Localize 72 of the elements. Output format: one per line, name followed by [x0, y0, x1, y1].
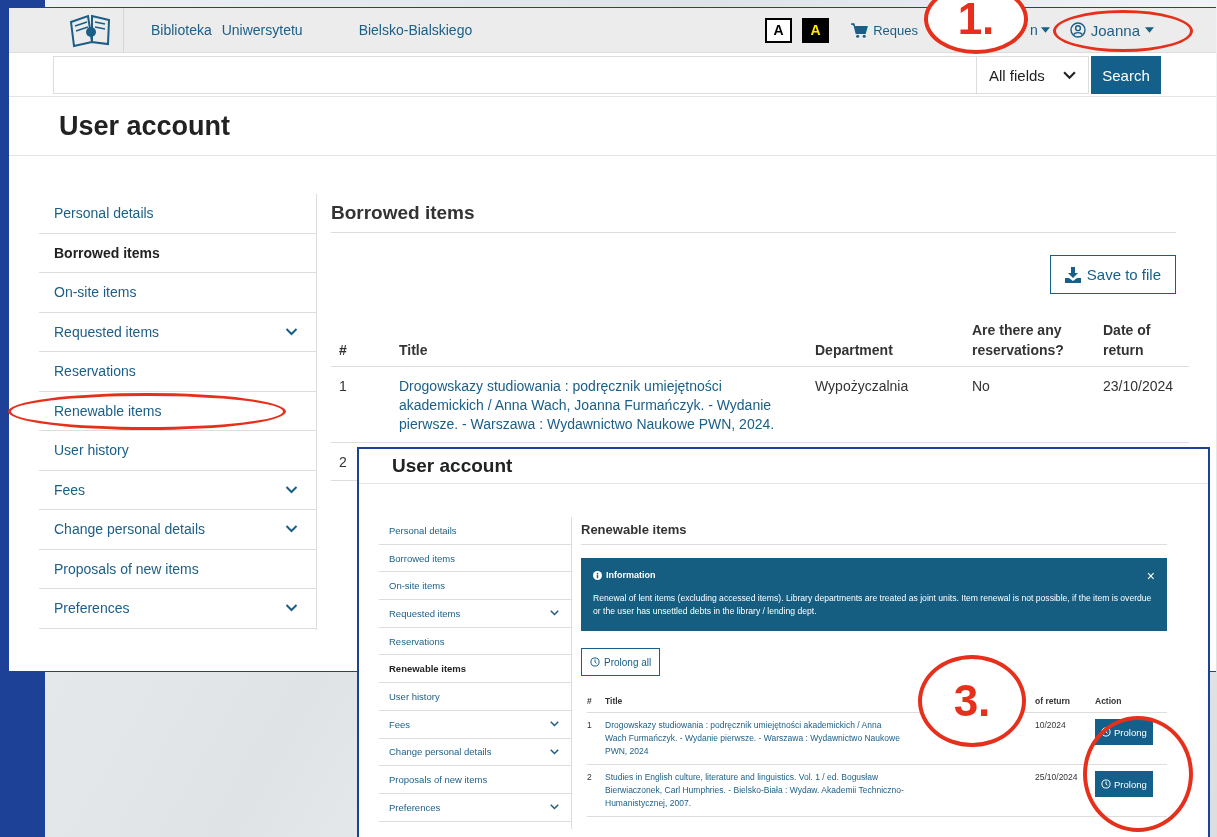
page-title: User account: [59, 110, 231, 142]
column-header: Are there any reservations?: [964, 320, 1095, 367]
table-cell: 1: [587, 713, 605, 765]
table-cell: 1: [331, 367, 391, 443]
info-text: Renewal of lent items (excluding accessed items). Library departments are treated as joint units. Item renewal is not possible, if the item is overdue or the user has unsettled debts in the library / lending dept.: [593, 592, 1153, 618]
contrast-button[interactable]: A: [765, 17, 793, 43]
user-icon: [1069, 22, 1086, 38]
sidebar-item[interactable]: Renewable items: [39, 391, 316, 431]
caret-icon: [1145, 27, 1154, 33]
sidebar-item[interactable]: On-site items: [39, 273, 316, 313]
sidebar-item[interactable]: Proposals of new items: [379, 766, 571, 794]
save-to-file-button[interactable]: Save to file: [1049, 255, 1176, 294]
section-title: Borrowed items: [331, 194, 1176, 233]
column-header: Department: [807, 320, 964, 367]
search-field[interactable]: [53, 56, 976, 94]
sidebar-item[interactable]: Requested items: [379, 600, 571, 628]
title-link[interactable]: Drogowskazy studiowania : podręcznik umiejętności akademickich / Anna Wach Furmańczyk. - Wydanie pierwsze. - Warszawa : Wydawnictwo Naukowe PWN, 2024: [605, 713, 905, 765]
header-link[interactable]: Bielsko-Bialskiego: [358, 22, 473, 38]
page-title: User account: [392, 455, 513, 477]
sidebar-item[interactable]: Preferences: [379, 793, 571, 822]
sidebar-item[interactable]: Reservations: [39, 352, 316, 392]
library-logo[interactable]: [68, 12, 112, 48]
table-cell: 2: [587, 765, 605, 817]
table-cell: No: [964, 367, 1095, 443]
search-scope-dropdown[interactable]: All fields: [976, 56, 1089, 94]
table-cell: 23/10/2024: [1095, 367, 1190, 443]
chevron-icon: [1063, 70, 1076, 80]
clock-icon: [590, 657, 600, 667]
header-link[interactable]: Biblioteka: [151, 22, 212, 38]
sidebar-item[interactable]: User history: [379, 683, 571, 711]
section-title: Renewable items: [581, 517, 1167, 545]
clock-icon: [1101, 727, 1111, 737]
sidebar-item[interactable]: Change personal details: [379, 738, 571, 767]
menu-link[interactable]: n: [1030, 22, 1050, 38]
column-header: Date of return: [1095, 320, 1190, 367]
sidebar-item[interactable]: Requested items: [39, 312, 316, 352]
sidebar-item[interactable]: Personal details: [379, 517, 571, 545]
column-header: Title: [605, 696, 905, 713]
caret-icon: [1040, 27, 1050, 33]
column-header: #: [331, 320, 391, 367]
title-link[interactable]: Studies in English culture, literature and linguistics. Vol. 1 / ed. Bogusław Bierwiaczonek, Carl Humphries. - Bielsko-Biała : Wydaw. Akademii Techniczno-Humanistycznej, 2007.: [605, 765, 905, 817]
column-header: #: [587, 696, 605, 713]
column-header: Title: [391, 320, 807, 367]
column-header: of return: [1035, 696, 1095, 713]
cart-link[interactable]: Reques: [851, 22, 918, 38]
prolong-button[interactable]: Prolong: [1095, 771, 1153, 797]
user-menu[interactable]: Joanna: [1069, 21, 1154, 39]
header-link[interactable]: Uniwersytetu: [221, 22, 303, 38]
sidebar-item[interactable]: Renewable items: [379, 655, 571, 684]
sidebar-item[interactable]: Change personal details: [39, 510, 316, 550]
sidebar-item[interactable]: User history: [39, 431, 316, 471]
info-title: Information: [593, 569, 656, 582]
close-button[interactable]: ×: [1146, 569, 1155, 582]
sidebar-item[interactable]: Fees: [379, 710, 571, 739]
clock-icon: [1101, 779, 1111, 789]
sidebar-item[interactable]: Borrowed items: [39, 233, 316, 273]
info-icon: [593, 571, 602, 580]
sidebar-item[interactable]: Reservations: [379, 627, 571, 656]
sidebar-item[interactable]: On-site items: [379, 572, 571, 601]
sidebar-item[interactable]: Proposals of new items: [39, 549, 316, 589]
prolong-all-button[interactable]: Prolong all: [581, 648, 661, 676]
search-button[interactable]: Search: [1091, 56, 1161, 94]
sidebar-item[interactable]: Personal details: [39, 194, 316, 234]
column-header: Action: [1095, 696, 1167, 713]
cart-icon: [851, 22, 869, 38]
sidebar-item[interactable]: Borrowed items: [379, 544, 571, 573]
title-link[interactable]: Drogowskazy studiowania : podręcznik umiejętności akademickich / Anna Wach, Joanna Furmańczyk. - Wydanie pierwsze. - Warszawa : Wydawnictwo Naukowe PWN, 2024.: [391, 367, 807, 443]
sidebar-item[interactable]: Fees: [39, 470, 316, 510]
contrast-button[interactable]: A: [802, 17, 830, 43]
download-icon: [1064, 266, 1081, 283]
sidebar-item[interactable]: Preferences: [39, 589, 316, 629]
table-cell: Wypożyczalnia: [807, 367, 964, 443]
